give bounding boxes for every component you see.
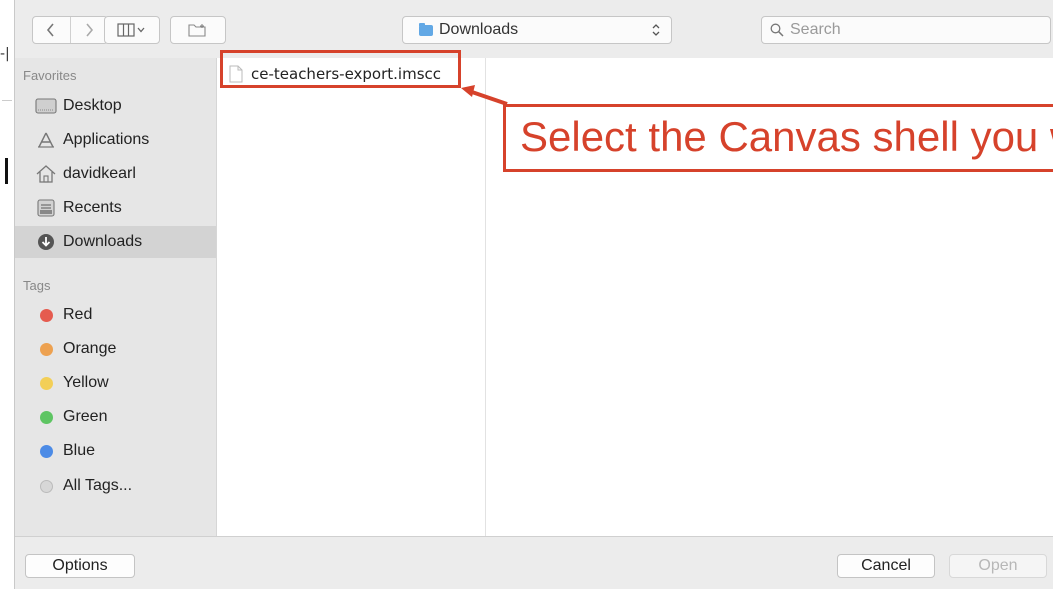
updown-chevron-icon [652,24,660,36]
dialog-bottom-bar: Options Cancel Open [15,536,1053,589]
sidebar-tag-green[interactable]: Green [15,401,216,433]
new-folder-icon [188,24,206,37]
sidebar-item-label: Orange [63,340,117,357]
orange-tag-icon [35,339,57,359]
tags-header: Tags [23,278,51,293]
search-icon [770,23,784,37]
home-icon [35,164,57,184]
sidebar-item-desktop[interactable]: Desktop [15,90,216,122]
sidebar-item-label: davidkearl [63,165,136,182]
back-forward-group [32,16,108,44]
downloads-icon [35,232,57,252]
sidebar: Favorites Desktop Applications davidkear… [15,58,216,536]
sidebar-item-label: Applications [63,131,150,148]
favorites-header: Favorites [23,68,77,83]
tag-dot [39,342,53,356]
yellow-tag-icon [35,373,57,393]
sidebar-tag-all-tags[interactable]: All Tags... [15,470,216,502]
chevron-left-icon [47,23,54,37]
options-button[interactable]: Options [25,554,135,578]
sidebar-item-label: Desktop [63,97,122,114]
sidebar-item-label: Recents [63,199,122,216]
tag-dot [39,376,53,390]
sidebar-item-label: All Tags... [63,477,133,494]
blue-tag-icon [35,441,57,461]
open-file-dialog: Downloads Search Favorites Desktop Appli… [14,0,1053,589]
sidebar-item-downloads[interactable]: Downloads [15,226,216,258]
desktop-icon [35,96,57,116]
chevron-right-icon [86,23,93,37]
annotation-text: Select the Canvas shell you w [520,113,1053,160]
tag-dot [39,308,53,322]
sidebar-tag-red[interactable]: Red [15,299,216,331]
sidebar-item-davidkearl[interactable]: davidkearl [15,158,216,190]
sidebar-item-label: Green [63,408,108,425]
open-button[interactable]: Open [949,554,1047,578]
sidebar-tag-yellow[interactable]: Yellow [15,367,216,399]
view-mode-button[interactable] [104,16,160,44]
applications-icon [35,130,57,150]
location-label: Downloads [439,21,519,38]
sidebar-item-label: Downloads [63,233,143,250]
annotation-highlight-box [220,50,461,88]
all-tags-icon [35,476,57,496]
tag-dot [39,479,53,493]
file-column: ce-teachers-export.imscc [216,58,486,536]
cancel-button[interactable]: Cancel [837,554,935,578]
recents-icon [35,198,57,218]
sidebar-tag-orange[interactable]: Orange [15,333,216,365]
background-cursor-bar [5,158,8,184]
sidebar-item-label: Red [63,306,93,323]
new-folder-button[interactable] [170,16,226,44]
tag-dot [39,444,53,458]
column-view-icon [117,23,145,37]
background-window-mark: -| [0,46,10,62]
back-button[interactable] [33,17,70,43]
sidebar-tag-blue[interactable]: Blue [15,435,216,467]
search-field[interactable]: Search [761,16,1051,44]
sidebar-item-label: Blue [63,442,96,459]
sidebar-item-label: Yellow [63,374,109,391]
forward-button[interactable] [69,17,108,43]
folder-icon [419,22,433,36]
location-popup[interactable]: Downloads [402,16,672,44]
annotation-callout: Select the Canvas shell you w [503,104,1053,172]
sidebar-item-applications[interactable]: Applications [15,124,216,156]
search-placeholder: Search [790,21,841,38]
red-tag-icon [35,305,57,325]
background-window-edge: -| [0,0,14,589]
sidebar-item-recents[interactable]: Recents [15,192,216,224]
tag-dot [39,410,53,424]
background-divider [2,100,12,101]
green-tag-icon [35,407,57,427]
dialog-toolbar: Downloads Search [15,0,1053,58]
